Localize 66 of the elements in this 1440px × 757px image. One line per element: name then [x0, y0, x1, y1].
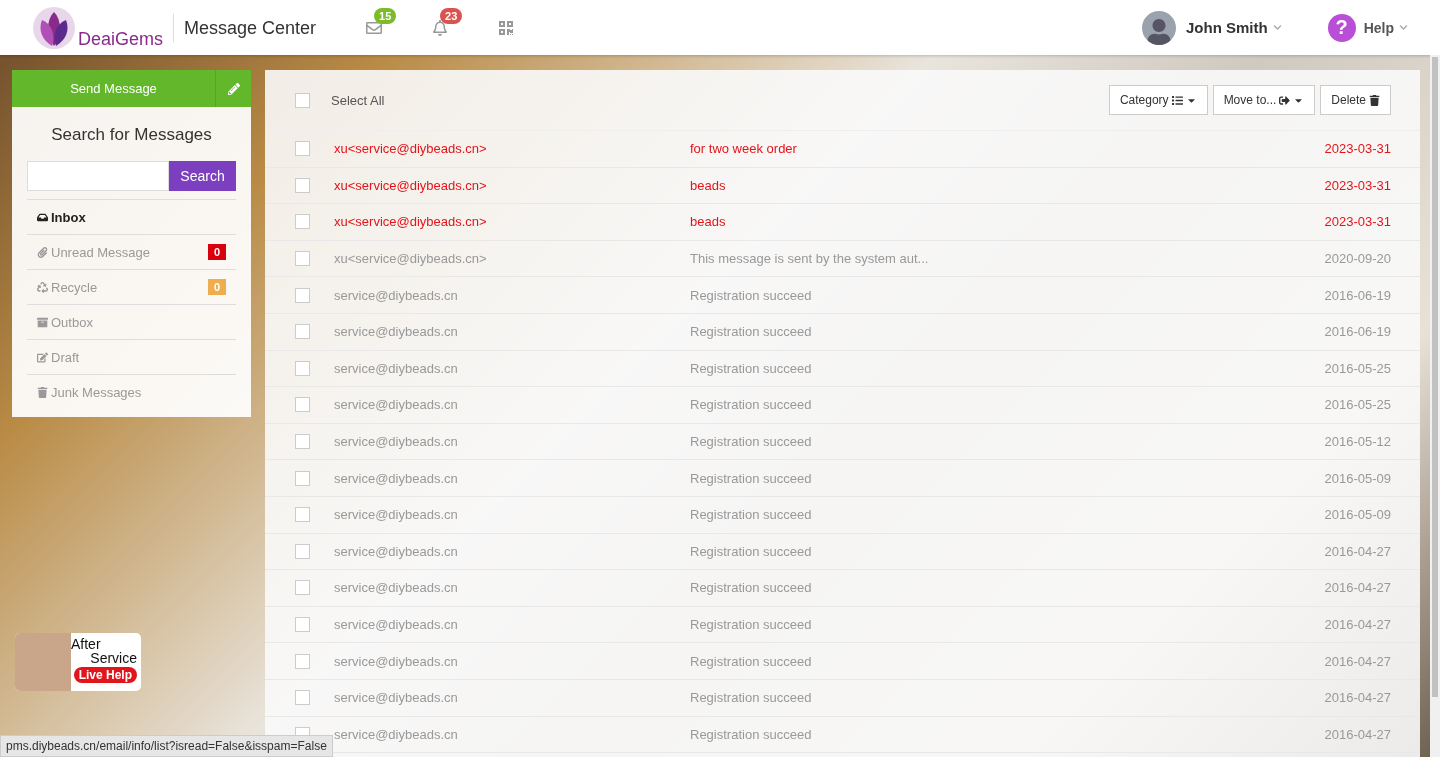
page-title: Message Center	[173, 13, 317, 42]
date: 2016-04-27	[1324, 726, 1391, 742]
subject: Registration succeed	[690, 617, 813, 632]
date: 2016-06-19	[1324, 324, 1391, 340]
date: 2016-05-25	[1324, 360, 1391, 376]
item-label: Inbox	[51, 209, 86, 225]
date: 2016-04-27	[1324, 617, 1391, 632]
count-badge: 23	[440, 7, 463, 24]
date: 2023-03-31	[1324, 177, 1391, 193]
subject: Registration succeed	[690, 324, 813, 340]
subject: This message is sent by the system aut...	[690, 251, 930, 267]
subject: Registration succeed	[690, 287, 813, 303]
subject: Registration succeed	[690, 434, 813, 450]
sender: xu<service@diybeads.cn>	[334, 214, 488, 230]
sender: xu<service@diybeads.cn>	[334, 141, 488, 157]
date: 2016-05-12	[1324, 434, 1391, 450]
widget-text: After	[71, 637, 101, 651]
sender: xu<service@diybeads.cn>	[334, 177, 488, 193]
subject: beads	[690, 177, 727, 193]
subject: Registration succeed	[690, 726, 813, 742]
search-title: Search for Messages	[50, 124, 213, 146]
date: 2016-05-09	[1324, 470, 1391, 486]
sender: xu<service@diybeads.cn>	[334, 251, 488, 267]
sender: service@diybeads.cn	[334, 617, 459, 632]
subject: Registration succeed	[690, 470, 813, 486]
count-badge: 15	[374, 7, 397, 24]
date: 2016-05-25	[1324, 397, 1391, 413]
item-label: Outbox	[51, 314, 93, 330]
date: 2016-04-27	[1324, 580, 1391, 596]
item-label: Junk Messages	[51, 384, 142, 400]
subject: Registration succeed	[690, 690, 813, 706]
sender: service@diybeads.cn	[334, 580, 459, 596]
sender: service@diybeads.cn	[334, 653, 459, 669]
subject: Registration succeed	[690, 507, 813, 523]
sender: service@diybeads.cn	[334, 726, 459, 742]
subject: Registration succeed	[690, 653, 813, 669]
subject: Registration succeed	[690, 543, 813, 559]
sender: service@diybeads.cn	[334, 397, 459, 413]
item-label: Recycle	[51, 279, 98, 295]
item-label: Unread Message	[51, 244, 150, 260]
item-label: Draft	[51, 349, 80, 365]
sender: service@diybeads.cn	[334, 507, 459, 523]
sender: service@diybeads.cn	[334, 470, 459, 486]
subject: Registration succeed	[690, 397, 813, 413]
date: 2020-09-20	[1324, 251, 1391, 267]
sender: service@diybeads.cn	[334, 324, 459, 340]
date: 2016-04-27	[1324, 653, 1391, 669]
link-preview-tooltip: pms.diybeads.cn/email/info/list?isread=False&isspam=False	[0, 735, 333, 757]
subject: beads	[690, 214, 727, 230]
date: 2023-03-31	[1324, 141, 1391, 157]
subject: Registration succeed	[690, 580, 813, 596]
date: 2016-04-27	[1324, 543, 1391, 559]
sender: service@diybeads.cn	[334, 543, 459, 559]
sender: service@diybeads.cn	[334, 287, 459, 303]
date: 2016-06-19	[1324, 287, 1391, 303]
sender: service@diybeads.cn	[334, 690, 459, 706]
date: 2016-04-27	[1324, 690, 1391, 706]
sender: service@diybeads.cn	[334, 434, 459, 450]
count-badge: 0	[207, 244, 226, 260]
subject: Registration succeed	[690, 360, 813, 376]
date: 2016-05-09	[1324, 507, 1391, 523]
widget-text: Service	[90, 651, 137, 665]
date: 2023-03-31	[1324, 214, 1391, 230]
subject: for two week order	[690, 141, 798, 157]
sender: service@diybeads.cn	[334, 360, 459, 376]
count-badge: 0	[207, 279, 226, 295]
